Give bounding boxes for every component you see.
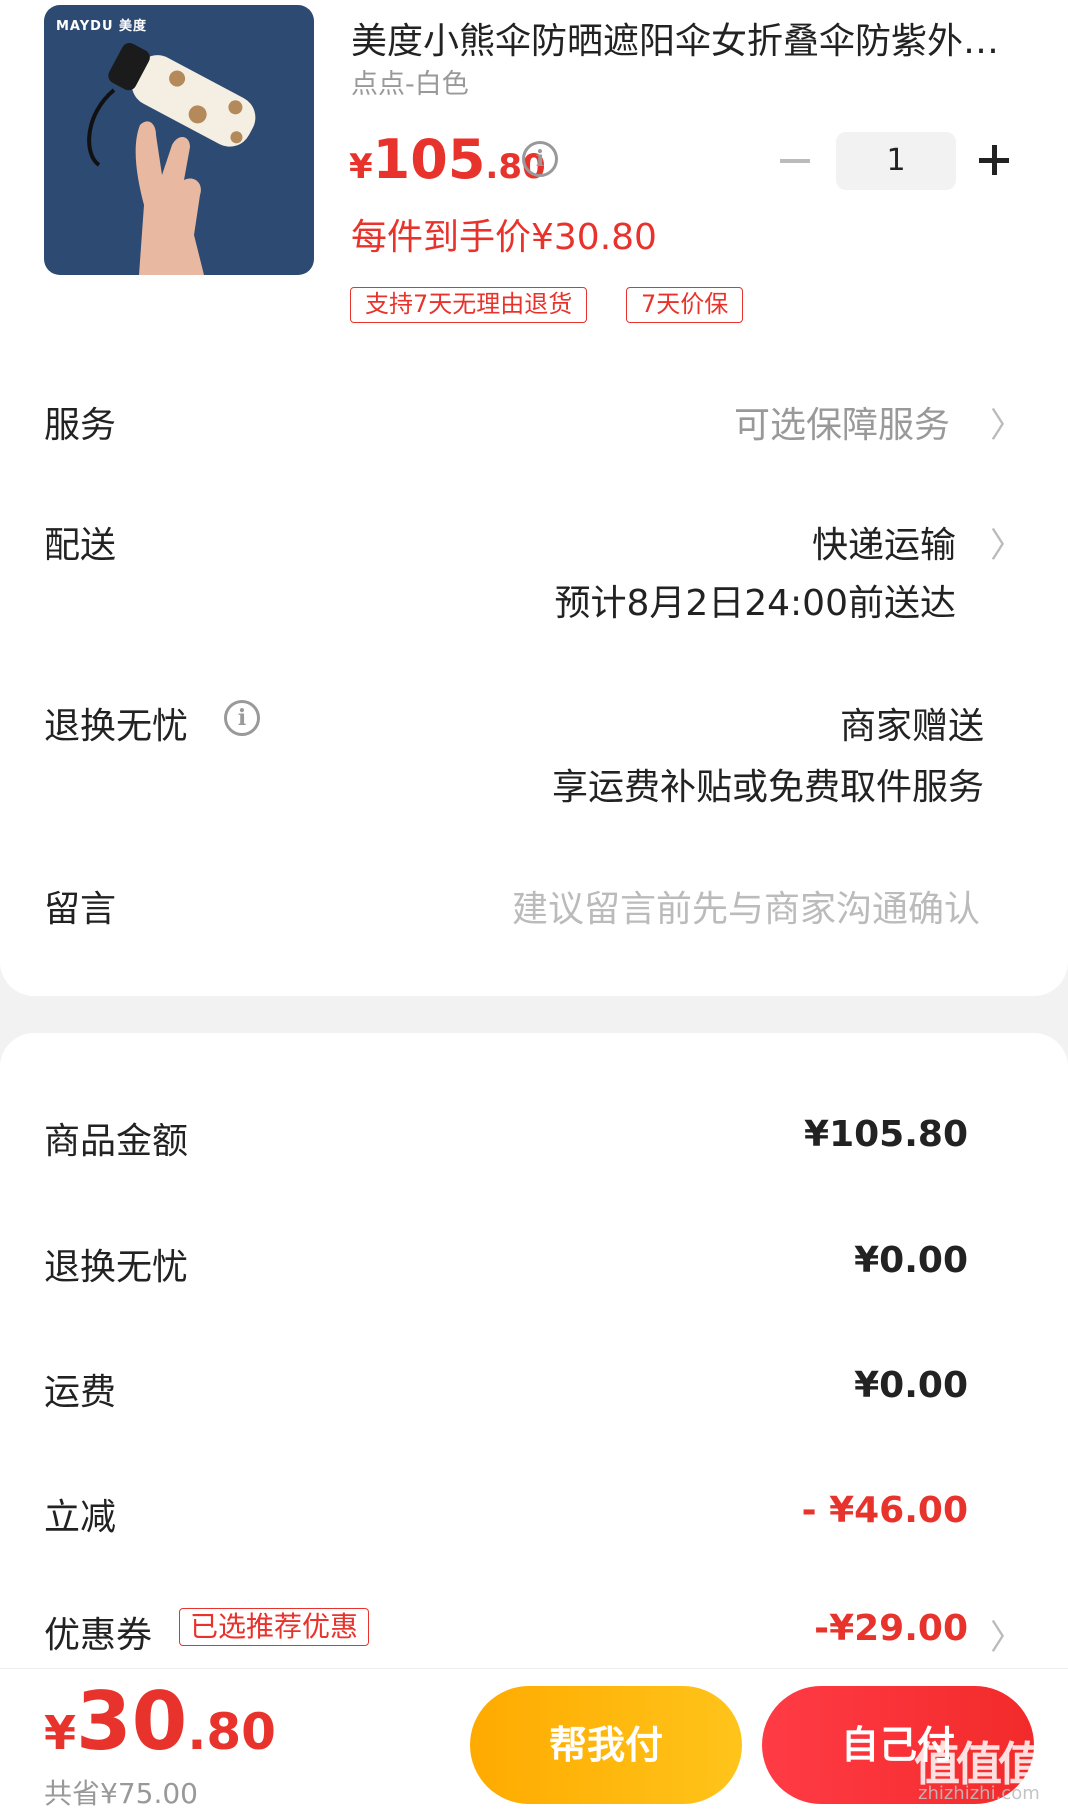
product-title[interactable]: 美度小熊伞防晒遮阳伞女折叠伞防紫外线太阳伞 [351, 12, 1021, 64]
return-policy-tag: 支持7天无理由退货 [350, 287, 588, 323]
total-saved: 共省¥75.00 [44, 1777, 198, 1810]
message-input[interactable]: 建议留言前先与商家沟通确认 [512, 880, 980, 932]
return-fee-label: 退换无忧 [44, 1247, 189, 1288]
coupon-chevron-right-icon[interactable]: 〉 [990, 1610, 1024, 1659]
service-label: 服务 [44, 405, 117, 446]
product-price: ¥105.80 [349, 128, 546, 191]
goods-amount-value: ¥105.80 [804, 1114, 968, 1155]
instant-discount-value: - ¥46.00 [801, 1490, 968, 1531]
quantity-input[interactable]: 1 [836, 132, 956, 190]
service-chevron-right-icon[interactable]: 〉 [990, 398, 1024, 447]
coupon-label: 优惠券 [44, 1615, 153, 1656]
delivery-label: 配送 [44, 525, 117, 566]
product-variant[interactable]: 点点-白色 [351, 62, 469, 101]
quantity-minus-button[interactable] [776, 140, 816, 180]
return-label: 退换无忧 [44, 706, 189, 747]
return-fee-value: ¥0.00 [854, 1240, 968, 1281]
instant-discount-label: 立减 [44, 1497, 117, 1538]
shipping-label: 运费 [44, 1372, 117, 1413]
unit-final-price: 每件到手价¥30.80 [351, 217, 657, 258]
quantity-plus-button[interactable] [974, 140, 1014, 180]
price-protect-tag: 7天价保 [626, 287, 744, 323]
delivery-eta: 预计8月2日24:00前送达 [554, 583, 956, 624]
total-price: ¥30.80 [44, 1675, 276, 1768]
goods-amount-label: 商品金额 [44, 1121, 189, 1162]
delivery-chevron-right-icon[interactable]: 〉 [990, 518, 1024, 567]
coupon-selected-tag[interactable]: 已选推荐优惠 [179, 1608, 370, 1646]
product-image[interactable]: MAYDU 美度 [44, 5, 314, 275]
coupon-value[interactable]: -¥29.00 [814, 1608, 968, 1649]
service-value[interactable]: 可选保障服务 [734, 396, 950, 448]
price-info-icon[interactable]: i [522, 141, 558, 177]
return-detail: 享运费补贴或免费取件服务 [551, 767, 984, 808]
umbrella-illustration [87, 42, 256, 275]
shipping-value: ¥0.00 [854, 1365, 968, 1406]
delivery-method[interactable]: 快递运输 [812, 516, 956, 568]
return-info-icon[interactable]: i [224, 700, 260, 736]
help-pay-button[interactable]: 帮我付 [470, 1686, 742, 1804]
watermark-url: zhizhizhi.com [918, 1783, 1040, 1804]
return-value: 商家赠送 [839, 706, 984, 747]
message-label: 留言 [44, 889, 117, 930]
